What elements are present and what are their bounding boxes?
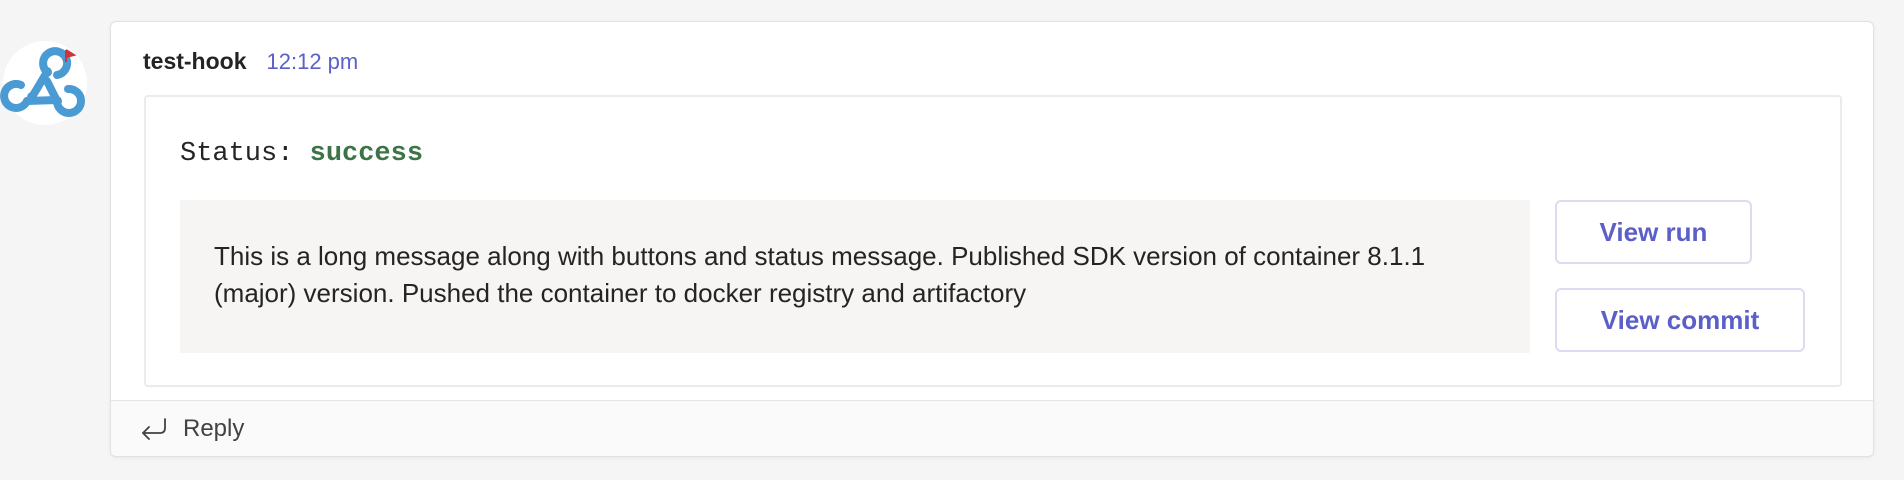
description-box: This is a long message along with button… <box>180 200 1530 353</box>
sender-name[interactable]: test-hook <box>143 48 247 75</box>
reply-label: Reply <box>183 414 245 442</box>
webhook-icon <box>0 41 87 125</box>
status-label: Status: <box>180 139 294 169</box>
message-timestamp[interactable]: 12:12 pm <box>267 49 359 75</box>
status-line: Status: success <box>180 139 423 169</box>
reply-button[interactable]: Reply <box>111 400 1873 456</box>
message-card: test-hook 12:12 pm Status: success This … <box>110 21 1874 457</box>
view-run-button[interactable]: View run <box>1555 200 1752 264</box>
status-value: success <box>309 139 424 169</box>
reply-arrow-icon <box>142 417 166 440</box>
description-text: This is a long message along with button… <box>214 241 1426 308</box>
avatar[interactable] <box>0 38 90 128</box>
message-header: test-hook 12:12 pm <box>143 48 358 75</box>
view-commit-button[interactable]: View commit <box>1555 288 1805 352</box>
adaptive-card: Status: success This is a long message a… <box>144 95 1842 387</box>
